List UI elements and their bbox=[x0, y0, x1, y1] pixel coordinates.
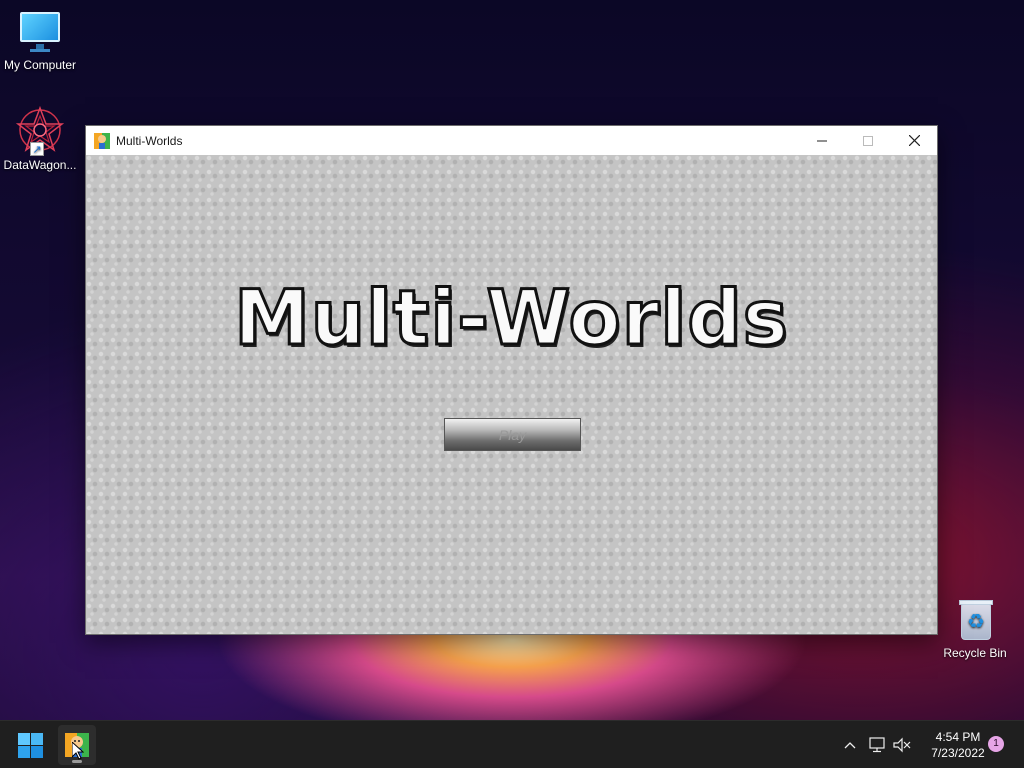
app-window: Multi-Worlds Multi-Worlds Play bbox=[85, 125, 938, 635]
minimize-icon bbox=[817, 140, 827, 141]
datawagon-icon: ↗ bbox=[15, 105, 65, 156]
volume-button[interactable] bbox=[890, 721, 914, 768]
clock-time: 4:54 PM bbox=[935, 730, 981, 744]
desktop-icon-label: My Computer bbox=[3, 58, 77, 72]
maximize-button[interactable] bbox=[845, 126, 891, 155]
window-title: Multi-Worlds bbox=[116, 133, 183, 148]
show-hidden-icons-button[interactable] bbox=[838, 721, 862, 768]
play-button[interactable]: Play bbox=[444, 418, 581, 451]
desktop-icon-my-computer[interactable]: My Computer bbox=[0, 10, 80, 72]
clock-date: 7/23/2022 bbox=[931, 746, 985, 760]
maximize-icon bbox=[863, 135, 873, 146]
recycle-bin-icon: ♻ bbox=[955, 598, 995, 642]
game-title: Multi-Worlds bbox=[233, 272, 790, 364]
desktop-icon-recycle-bin[interactable]: ♻ Recycle Bin bbox=[935, 598, 1015, 660]
monitor-icon bbox=[18, 10, 62, 54]
network-icon bbox=[869, 737, 885, 753]
desktop-icon-label: DataWagon... bbox=[3, 158, 77, 172]
shortcut-arrow-icon: ↗ bbox=[30, 142, 44, 156]
running-indicator bbox=[72, 760, 82, 763]
volume-muted-icon bbox=[893, 737, 911, 753]
minimize-button[interactable] bbox=[799, 126, 845, 155]
close-icon bbox=[908, 135, 920, 146]
multi-worlds-app-icon bbox=[94, 132, 110, 149]
desktop-icon-label: Recycle Bin bbox=[943, 646, 1007, 660]
title-bar[interactable]: Multi-Worlds bbox=[86, 126, 937, 155]
taskbar: 4:54 PM 7/23/2022 bbox=[0, 720, 1024, 768]
game-canvas[interactable]: Multi-Worlds Play bbox=[86, 155, 937, 634]
close-button[interactable] bbox=[891, 126, 937, 155]
network-button[interactable] bbox=[866, 721, 890, 768]
chevron-up-icon bbox=[844, 742, 856, 749]
windows-start-icon bbox=[18, 733, 30, 745]
taskbar-clock[interactable]: 4:54 PM 7/23/2022 bbox=[918, 729, 998, 761]
start-button[interactable] bbox=[18, 733, 44, 759]
mouse-cursor-icon bbox=[72, 742, 84, 760]
notification-badge[interactable]: 1 bbox=[988, 736, 1004, 752]
desktop-icon-datawagon[interactable]: ↗ DataWagon... bbox=[0, 105, 80, 172]
